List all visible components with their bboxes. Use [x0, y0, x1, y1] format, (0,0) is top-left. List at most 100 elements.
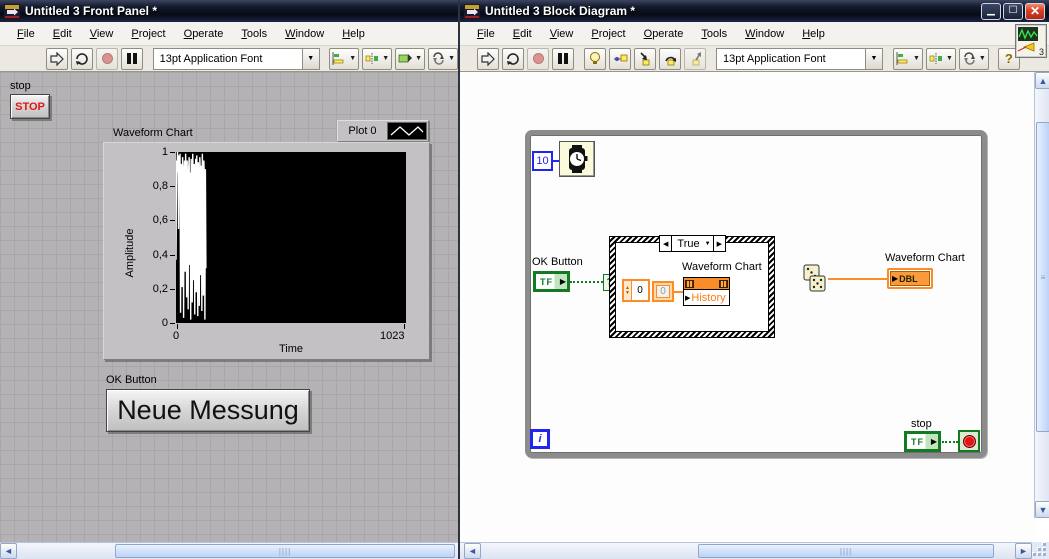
numeric-constant-10[interactable]: 10 [532, 151, 553, 171]
index-spinner-icon[interactable]: ▲ ▼ [624, 281, 632, 300]
maximize-button[interactable]: ☐ [1003, 2, 1023, 20]
case-next-icon[interactable]: ▶ [712, 236, 725, 251]
menu-view[interactable]: View [81, 24, 123, 44]
waveform-chart-terminal[interactable]: ▶ DBL [887, 268, 933, 289]
y-tick: 0,8 [152, 180, 168, 192]
random-number-function[interactable] [802, 264, 828, 294]
step-out-button[interactable] [684, 47, 706, 70]
loop-iteration-terminal[interactable]: i [530, 429, 550, 449]
run-button[interactable] [477, 47, 499, 70]
block-diagram-vscrollbar[interactable]: ▲ ≡ ▼ [1034, 72, 1049, 518]
menu-window[interactable]: Window [736, 24, 793, 44]
front-panel-canvas[interactable]: stop STOP Waveform Chart Plot 0 1 0,8 0,… [0, 72, 458, 543]
y-axis-label: Amplitude [124, 228, 136, 278]
step-out-icon [692, 51, 701, 65]
menu-operate[interactable]: Operate [175, 24, 233, 44]
align-objects-dropdown[interactable]: ▼ [329, 47, 360, 70]
front-panel-toolbar: 13pt Application Font ▼ ▼ ▼ ▼ ▼ [0, 46, 459, 72]
menu-help[interactable]: Help [333, 24, 374, 44]
step-into-button[interactable] [634, 47, 656, 70]
plot-legend[interactable]: Plot 0 [337, 120, 429, 142]
ok-button-terminal[interactable]: TF ▶ [533, 271, 570, 292]
close-button[interactable]: ✕ [1025, 2, 1045, 20]
menu-file[interactable]: File [8, 24, 44, 44]
array-constant-index[interactable]: ▲ ▼ 0 [622, 279, 650, 302]
property-node-header [684, 278, 729, 290]
constant-value: 10 [536, 155, 549, 167]
case-selector-value[interactable]: True [672, 238, 704, 250]
menu-tools[interactable]: Tools [232, 24, 276, 44]
scroll-right-button[interactable]: ► [1015, 543, 1032, 559]
wire-stop-to-condition[interactable] [942, 441, 958, 443]
stop-terminal[interactable]: TF ▶ [904, 431, 941, 452]
pause-button[interactable] [552, 47, 574, 70]
vscroll-thumb[interactable]: ≡ [1036, 122, 1049, 432]
scroll-down-button[interactable]: ▼ [1035, 501, 1049, 518]
scroll-left-button[interactable]: ◄ [464, 543, 481, 559]
stop-button[interactable]: STOP [10, 94, 50, 119]
menu-project[interactable]: Project [122, 24, 174, 44]
menu-edit[interactable]: Edit [504, 24, 541, 44]
pause-button[interactable] [121, 47, 144, 70]
waveform-chart[interactable]: 1 0,8 0,6 0,4 0,2 0 0 1023 Time Amplitud… [103, 142, 430, 360]
menu-file[interactable]: File [468, 24, 504, 44]
dbl-terminal-inner: ▶ DBL [890, 271, 930, 286]
font-selector[interactable]: 13pt Application Font ▼ [152, 47, 320, 70]
block-diagram-canvas[interactable]: 10 OK Button TF ▶ ? [464, 72, 1035, 541]
neue-messung-button[interactable]: Neue Messung [106, 389, 310, 432]
run-continuous-button[interactable] [502, 47, 524, 70]
case-selector-label[interactable]: ◀ True ▼ ▶ [659, 235, 726, 252]
menu-help[interactable]: Help [793, 24, 834, 44]
block-diagram-menubar: File Edit View Project Operate Tools Win… [460, 22, 1049, 46]
dropdown-caret-icon: ▼ [945, 55, 953, 62]
array-element-value: 0 [656, 285, 670, 298]
menu-operate[interactable]: Operate [635, 24, 693, 44]
property-node-badge-icon [719, 279, 728, 288]
property-node-history-row[interactable]: ▶ History [684, 290, 729, 305]
font-dropdown-arrow-icon[interactable]: ▼ [865, 48, 882, 69]
abort-button[interactable] [96, 47, 119, 70]
window-resize-grip[interactable] [1032, 542, 1049, 559]
font-dropdown-arrow-icon[interactable]: ▼ [301, 48, 319, 69]
resize-objects-dropdown[interactable]: ▼ [395, 47, 426, 70]
run-continuous-button[interactable] [71, 47, 94, 70]
block-diagram-hscrollbar[interactable]: ◄ |||| ► [460, 542, 1032, 559]
menu-edit[interactable]: Edit [44, 24, 81, 44]
block-diagram-titlebar[interactable]: Untitled 3 Block Diagram * ▁ ☐ ✕ [460, 0, 1049, 22]
vi-icon[interactable]: 3 [1015, 24, 1047, 58]
scroll-left-button[interactable]: ◄ [0, 543, 17, 559]
front-panel-titlebar[interactable]: Untitled 3 Front Panel * [0, 0, 458, 22]
window-title: Untitled 3 Block Diagram * [485, 4, 636, 18]
menu-project[interactable]: Project [582, 24, 634, 44]
scroll-up-button[interactable]: ▲ [1035, 72, 1049, 89]
chart-plot-area[interactable] [175, 151, 406, 323]
case-dropdown-icon[interactable]: ▼ [705, 241, 711, 247]
property-node[interactable]: ▶ History [683, 277, 730, 306]
wire-ok-to-case[interactable] [570, 281, 603, 283]
abort-button[interactable] [527, 47, 549, 70]
case-previous-icon[interactable]: ◀ [660, 236, 673, 251]
reorder-objects-dropdown[interactable]: ▼ [428, 47, 459, 70]
step-over-icon [664, 56, 676, 65]
distribute-objects-dropdown[interactable]: ▼ [362, 47, 393, 70]
menu-window[interactable]: Window [276, 24, 333, 44]
front-panel-hscrollbar[interactable]: ◄ |||| [0, 542, 458, 559]
array-constant-element[interactable]: 0 [652, 281, 674, 302]
step-over-button[interactable] [659, 47, 681, 70]
hscroll-thumb[interactable]: |||| [115, 544, 455, 558]
menu-tools[interactable]: Tools [692, 24, 736, 44]
font-selector[interactable]: 13pt Application Font ▼ [716, 47, 883, 70]
distribute-objects-dropdown[interactable]: ▼ [925, 47, 956, 70]
hscroll-thumb[interactable]: |||| [698, 544, 994, 558]
wire-dice-to-chart[interactable] [828, 278, 887, 280]
loop-condition-terminal[interactable] [958, 430, 980, 452]
align-objects-dropdown[interactable]: ▼ [893, 47, 923, 70]
retain-wire-values-button[interactable] [609, 47, 631, 70]
reorder-objects-dropdown[interactable]: ▼ [958, 47, 989, 70]
run-button[interactable] [46, 47, 69, 70]
labview-app-icon [4, 3, 20, 19]
minimize-button[interactable]: ▁ [981, 2, 1001, 20]
menu-view[interactable]: View [541, 24, 583, 44]
wait-ms-function[interactable] [559, 141, 595, 177]
highlight-execution-button[interactable] [584, 47, 606, 70]
